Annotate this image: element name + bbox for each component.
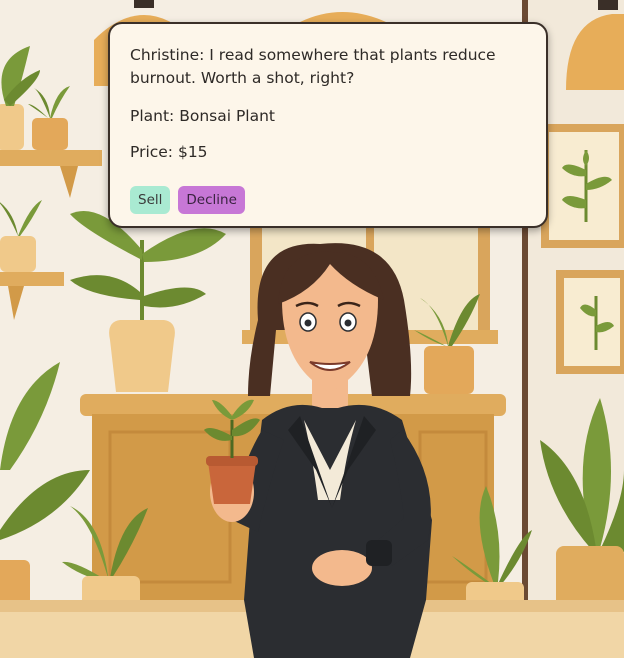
sell-button[interactable]: Sell: [130, 186, 171, 214]
action-buttons: Sell Decline: [130, 186, 526, 214]
framed-leaf-art-icon: [556, 270, 624, 374]
customer-dialog: Christine: I read somewhere that plants …: [108, 22, 548, 228]
wristwatch-icon: [366, 540, 392, 566]
framed-leaf-art-icon: [541, 124, 624, 248]
plant-price: Price: $15: [130, 143, 208, 161]
plant-name: Plant: Bonsai Plant: [130, 107, 276, 125]
customer-quote: Christine: I read somewhere that plants …: [130, 46, 496, 87]
decline-button[interactable]: Decline: [178, 186, 245, 214]
